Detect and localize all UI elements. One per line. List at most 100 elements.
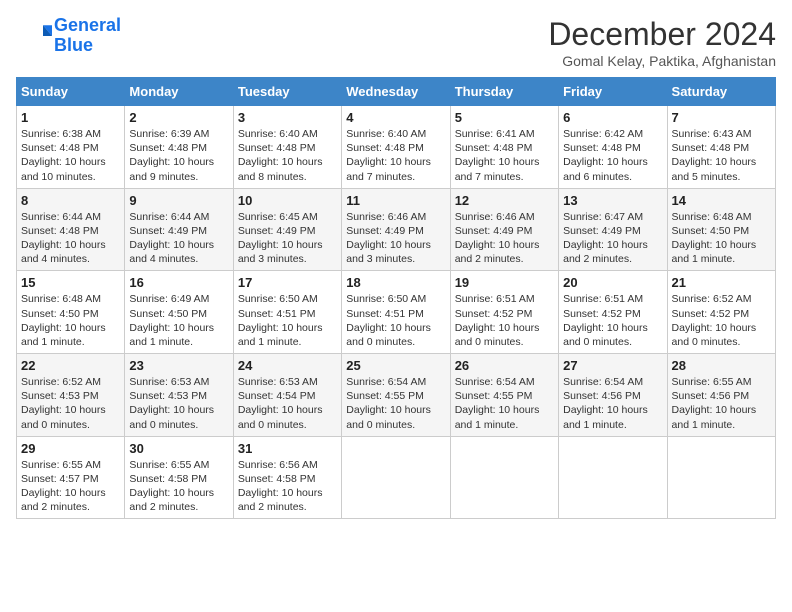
- header-row: SundayMondayTuesdayWednesdayThursdayFrid…: [17, 78, 776, 106]
- header-sunday: Sunday: [17, 78, 125, 106]
- day-cell: [450, 436, 558, 519]
- day-number: 20: [563, 275, 662, 290]
- day-info: Sunrise: 6:52 AM Sunset: 4:52 PM Dayligh…: [672, 292, 771, 349]
- day-number: 18: [346, 275, 445, 290]
- day-cell: 19 Sunrise: 6:51 AM Sunset: 4:52 PM Dayli…: [450, 271, 558, 354]
- day-number: 5: [455, 110, 554, 125]
- day-info: Sunrise: 6:54 AM Sunset: 4:56 PM Dayligh…: [563, 375, 662, 432]
- day-info: Sunrise: 6:52 AM Sunset: 4:53 PM Dayligh…: [21, 375, 120, 432]
- header-friday: Friday: [559, 78, 667, 106]
- day-number: 30: [129, 441, 228, 456]
- day-info: Sunrise: 6:54 AM Sunset: 4:55 PM Dayligh…: [346, 375, 445, 432]
- day-cell: 31Sunrise: 6:56 AM Sunset: 4:58 PM Dayli…: [233, 436, 341, 519]
- day-info: Sunrise: 6:41 AM Sunset: 4:48 PM Dayligh…: [455, 127, 554, 184]
- day-number: 12: [455, 193, 554, 208]
- day-cell: 7 Sunrise: 6:43 AM Sunset: 4:48 PM Daylig…: [667, 106, 775, 189]
- day-number: 3: [238, 110, 337, 125]
- day-cell: 8Sunrise: 6:44 AM Sunset: 4:48 PM Daylig…: [17, 188, 125, 271]
- week-row-2: 8Sunrise: 6:44 AM Sunset: 4:48 PM Daylig…: [17, 188, 776, 271]
- day-info: Sunrise: 6:44 AM Sunset: 4:49 PM Dayligh…: [129, 210, 228, 267]
- logo: General Blue: [16, 16, 121, 56]
- day-number: 1: [21, 110, 120, 125]
- day-cell: 16 Sunrise: 6:49 AM Sunset: 4:50 PM Dayli…: [125, 271, 233, 354]
- day-number: 15: [21, 275, 120, 290]
- title-block: December 2024 Gomal Kelay, Paktika, Afgh…: [548, 16, 776, 69]
- day-cell: 13Sunrise: 6:47 AM Sunset: 4:49 PM Dayli…: [559, 188, 667, 271]
- day-number: 14: [672, 193, 771, 208]
- day-cell: 23Sunrise: 6:53 AM Sunset: 4:53 PM Dayli…: [125, 354, 233, 437]
- day-number: 25: [346, 358, 445, 373]
- day-cell: 15 Sunrise: 6:48 AM Sunset: 4:50 PM Dayli…: [17, 271, 125, 354]
- day-info: Sunrise: 6:50 AM Sunset: 4:51 PM Dayligh…: [346, 292, 445, 349]
- day-info: Sunrise: 6:51 AM Sunset: 4:52 PM Dayligh…: [455, 292, 554, 349]
- day-number: 29: [21, 441, 120, 456]
- day-info: Sunrise: 6:46 AM Sunset: 4:49 PM Dayligh…: [455, 210, 554, 267]
- day-cell: 24 Sunrise: 6:53 AM Sunset: 4:54 PM Dayli…: [233, 354, 341, 437]
- general-blue-icon: [16, 18, 52, 54]
- week-row-4: 22 Sunrise: 6:52 AM Sunset: 4:53 PM Dayli…: [17, 354, 776, 437]
- day-number: 21: [672, 275, 771, 290]
- day-number: 16: [129, 275, 228, 290]
- day-info: Sunrise: 6:55 AM Sunset: 4:57 PM Dayligh…: [21, 458, 120, 515]
- day-number: 27: [563, 358, 662, 373]
- day-cell: 30 Sunrise: 6:55 AM Sunset: 4:58 PM Dayli…: [125, 436, 233, 519]
- calendar-table: SundayMondayTuesdayWednesdayThursdayFrid…: [16, 77, 776, 519]
- day-number: 26: [455, 358, 554, 373]
- day-cell: 3Sunrise: 6:40 AM Sunset: 4:48 PM Daylig…: [233, 106, 341, 189]
- day-cell: [667, 436, 775, 519]
- day-cell: 22 Sunrise: 6:52 AM Sunset: 4:53 PM Dayli…: [17, 354, 125, 437]
- day-info: Sunrise: 6:39 AM Sunset: 4:48 PM Dayligh…: [129, 127, 228, 184]
- day-number: 6: [563, 110, 662, 125]
- day-cell: [559, 436, 667, 519]
- day-number: 9: [129, 193, 228, 208]
- day-info: Sunrise: 6:48 AM Sunset: 4:50 PM Dayligh…: [21, 292, 120, 349]
- logo-text: General Blue: [54, 16, 121, 56]
- day-cell: 10 Sunrise: 6:45 AM Sunset: 4:49 PM Dayli…: [233, 188, 341, 271]
- header-wednesday: Wednesday: [342, 78, 450, 106]
- header-monday: Monday: [125, 78, 233, 106]
- location: Gomal Kelay, Paktika, Afghanistan: [548, 53, 776, 69]
- day-info: Sunrise: 6:50 AM Sunset: 4:51 PM Dayligh…: [238, 292, 337, 349]
- day-cell: 27 Sunrise: 6:54 AM Sunset: 4:56 PM Dayli…: [559, 354, 667, 437]
- day-number: 13: [563, 193, 662, 208]
- day-cell: 25 Sunrise: 6:54 AM Sunset: 4:55 PM Dayli…: [342, 354, 450, 437]
- day-info: Sunrise: 6:46 AM Sunset: 4:49 PM Dayligh…: [346, 210, 445, 267]
- day-info: Sunrise: 6:48 AM Sunset: 4:50 PM Dayligh…: [672, 210, 771, 267]
- day-cell: 9 Sunrise: 6:44 AM Sunset: 4:49 PM Daylig…: [125, 188, 233, 271]
- header-tuesday: Tuesday: [233, 78, 341, 106]
- day-cell: 2Sunrise: 6:39 AM Sunset: 4:48 PM Daylig…: [125, 106, 233, 189]
- month-title: December 2024: [548, 16, 776, 53]
- day-number: 23: [129, 358, 228, 373]
- day-info: Sunrise: 6:51 AM Sunset: 4:52 PM Dayligh…: [563, 292, 662, 349]
- day-cell: 1Sunrise: 6:38 AM Sunset: 4:48 PM Daylig…: [17, 106, 125, 189]
- day-number: 4: [346, 110, 445, 125]
- header-thursday: Thursday: [450, 78, 558, 106]
- day-number: 19: [455, 275, 554, 290]
- day-info: Sunrise: 6:55 AM Sunset: 4:58 PM Dayligh…: [129, 458, 228, 515]
- day-cell: 5 Sunrise: 6:41 AM Sunset: 4:48 PM Daylig…: [450, 106, 558, 189]
- day-number: 17: [238, 275, 337, 290]
- page-header: General Blue December 2024 Gomal Kelay, …: [16, 16, 776, 69]
- day-cell: [342, 436, 450, 519]
- day-cell: 18 Sunrise: 6:50 AM Sunset: 4:51 PM Dayli…: [342, 271, 450, 354]
- day-number: 7: [672, 110, 771, 125]
- day-cell: 21 Sunrise: 6:52 AM Sunset: 4:52 PM Dayli…: [667, 271, 775, 354]
- day-info: Sunrise: 6:42 AM Sunset: 4:48 PM Dayligh…: [563, 127, 662, 184]
- day-number: 24: [238, 358, 337, 373]
- day-info: Sunrise: 6:43 AM Sunset: 4:48 PM Dayligh…: [672, 127, 771, 184]
- day-info: Sunrise: 6:56 AM Sunset: 4:58 PM Dayligh…: [238, 458, 337, 515]
- day-cell: 26Sunrise: 6:54 AM Sunset: 4:55 PM Dayli…: [450, 354, 558, 437]
- day-cell: 11Sunrise: 6:46 AM Sunset: 4:49 PM Dayli…: [342, 188, 450, 271]
- day-info: Sunrise: 6:49 AM Sunset: 4:50 PM Dayligh…: [129, 292, 228, 349]
- week-row-3: 15 Sunrise: 6:48 AM Sunset: 4:50 PM Dayli…: [17, 271, 776, 354]
- day-cell: 6 Sunrise: 6:42 AM Sunset: 4:48 PM Daylig…: [559, 106, 667, 189]
- day-number: 22: [21, 358, 120, 373]
- day-cell: 14 Sunrise: 6:48 AM Sunset: 4:50 PM Dayli…: [667, 188, 775, 271]
- day-number: 28: [672, 358, 771, 373]
- day-info: Sunrise: 6:45 AM Sunset: 4:49 PM Dayligh…: [238, 210, 337, 267]
- day-cell: 12 Sunrise: 6:46 AM Sunset: 4:49 PM Dayli…: [450, 188, 558, 271]
- day-info: Sunrise: 6:53 AM Sunset: 4:54 PM Dayligh…: [238, 375, 337, 432]
- day-number: 8: [21, 193, 120, 208]
- day-number: 10: [238, 193, 337, 208]
- week-row-1: 1Sunrise: 6:38 AM Sunset: 4:48 PM Daylig…: [17, 106, 776, 189]
